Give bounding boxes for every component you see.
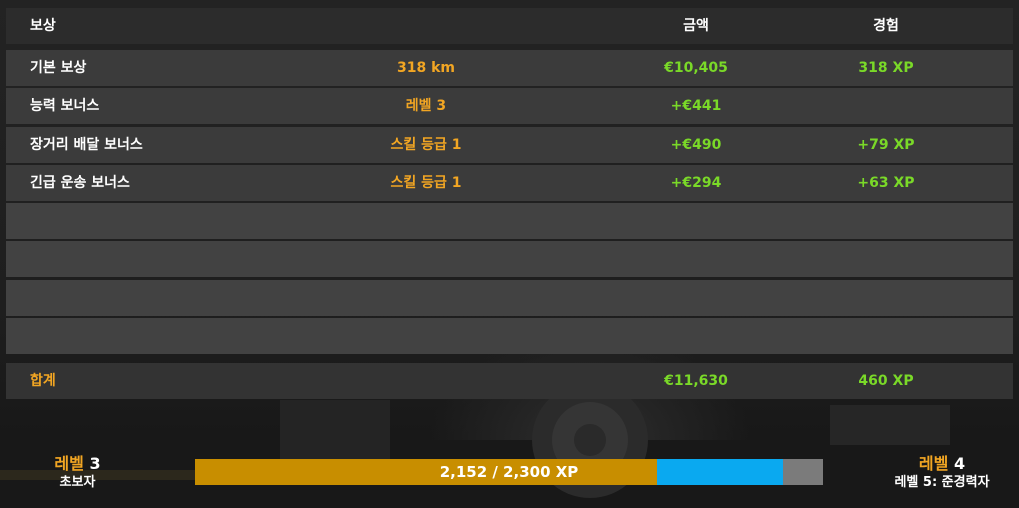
total-label: 합계 [30,373,56,389]
reward-label: 장거리 배달 보너스 [30,137,143,153]
current-level-word: 레벨 [54,454,84,473]
table-row: 긴급 운송 보너스 스킬 등급 1 +€294 +63 XP [6,165,1013,201]
xp-progress-text: 2,152 / 2,300 XP [439,463,579,481]
current-level-number: 3 [89,454,101,473]
table-row: 장거리 배달 보너스 스킬 등급 1 +€490 +79 XP [6,127,1013,163]
reward-detail: 레벨 3 [405,98,447,114]
reward-xp [786,88,986,124]
reward-detail: 스킬 등급 1 [390,137,462,153]
next-level-rank: 레벨 5: 준경력자 [894,475,990,490]
table-row: 능력 보너스 레벨 3 +€441 [6,88,1013,124]
total-row: 합계 €11,630 460 XP [6,363,1013,399]
reward-xp: 318 XP [858,60,914,76]
current-level: 레벨 3 초보자 [30,454,125,492]
current-level-title: 레벨 3 [30,454,125,474]
reward-amount: +€441 [670,98,722,114]
next-level-title: 레벨 4 [880,454,1004,474]
header-reward-label: 보상 [30,18,56,34]
table-header: 보상 금액 경험 [6,8,1013,44]
reward-label: 능력 보너스 [30,98,100,114]
next-level: 레벨 4 레벨 5: 준경력자 [880,454,1004,492]
total-xp: 460 XP [858,373,914,389]
empty-row [6,241,1013,277]
header-amount-label: 금액 [683,18,709,34]
reward-detail: 318 km [397,60,455,76]
xp-progress-bar: 2,152 / 2,300 XP [195,459,823,485]
empty-row [6,280,1013,316]
reward-amount: €10,405 [664,60,728,76]
empty-row [6,203,1013,239]
next-level-word: 레벨 [918,454,949,473]
table-row: 기본 보상 318 km €10,405 318 XP [6,50,1013,86]
reward-amount: +€294 [670,175,722,191]
reward-xp: +63 XP [857,175,915,191]
reward-label: 기본 보상 [30,60,87,76]
empty-row [6,318,1013,354]
reward-detail: 스킬 등급 1 [390,175,462,191]
reward-label: 긴급 운송 보너스 [30,175,130,191]
current-level-rank: 초보자 [59,475,96,490]
reward-xp: +79 XP [857,137,915,153]
reward-amount: +€490 [670,137,722,153]
total-amount: €11,630 [664,373,728,389]
next-level-number: 4 [953,454,966,473]
header-xp-label: 경험 [873,18,899,34]
